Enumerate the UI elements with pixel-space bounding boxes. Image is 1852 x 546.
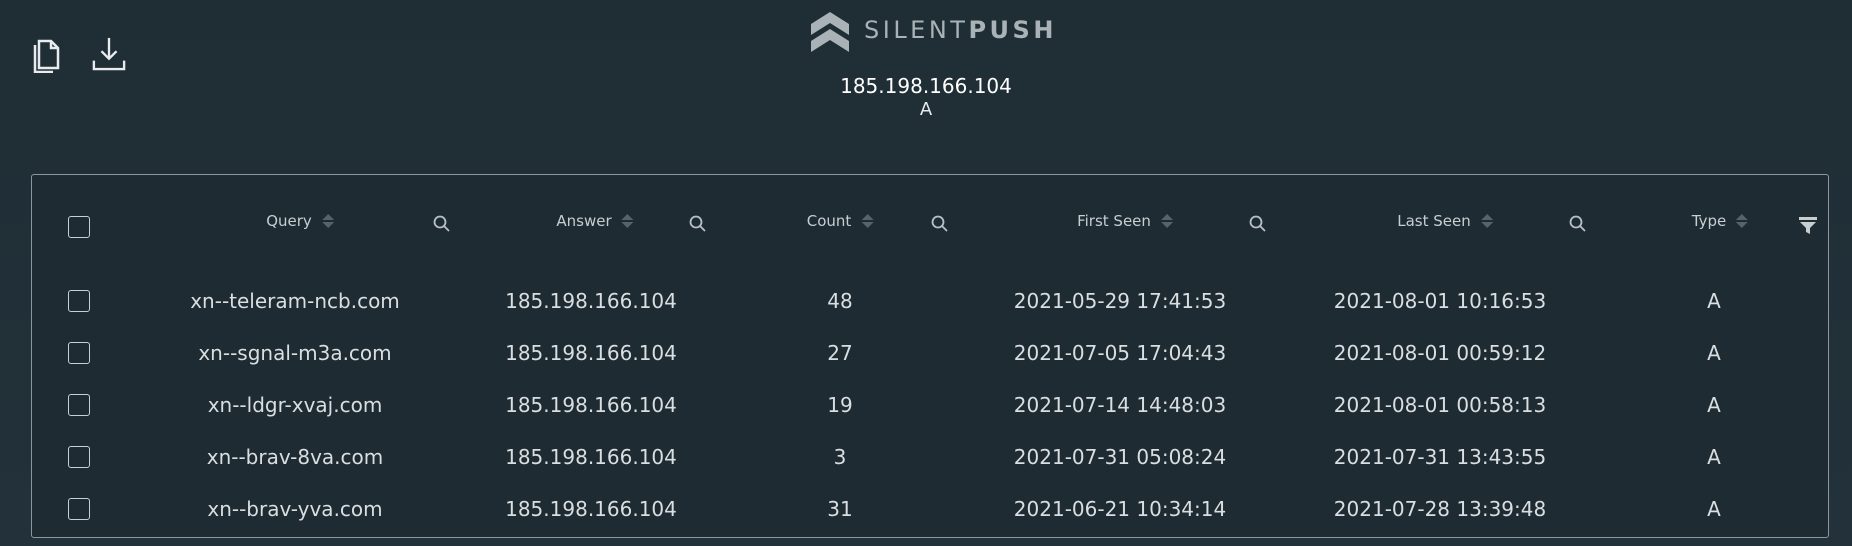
column-label-type: Type <box>1691 212 1727 230</box>
subject-record-type: A <box>919 99 933 120</box>
cell-query: xn--sgnal-m3a.com <box>198 341 392 365</box>
row-checkbox[interactable] <box>68 394 90 416</box>
column-label-first-seen: First Seen <box>1077 212 1151 230</box>
search-icon[interactable] <box>433 215 451 233</box>
table-row: xn--teleram-ncb.com 185.198.166.104 48 2… <box>32 275 1828 327</box>
cell-answer: 185.198.166.104 <box>505 445 677 469</box>
subject-ip: 185.198.166.104 <box>840 74 1012 98</box>
cell-query: xn--brav-8va.com <box>206 445 384 469</box>
table-row: xn--brav-yva.com 185.198.166.104 31 2021… <box>32 483 1828 535</box>
brand-name: SILENTPUSH <box>864 16 1057 44</box>
toolbar <box>30 34 126 74</box>
silentpush-logo: SILENTPUSH <box>810 8 1057 52</box>
search-icon[interactable] <box>1249 215 1267 233</box>
cell-query: xn--brav-yva.com <box>207 497 383 521</box>
row-checkbox[interactable] <box>68 498 90 520</box>
table-row: xn--brav-8va.com 185.198.166.104 3 2021-… <box>32 431 1828 483</box>
table-row: xn--sgnal-m3a.com 185.198.166.104 27 202… <box>32 327 1828 379</box>
column-header-answer[interactable]: Answer <box>556 212 634 230</box>
column-header-count[interactable]: Count <box>807 212 874 230</box>
cell-count: 19 <box>827 393 853 417</box>
column-label-query: Query <box>266 212 312 230</box>
column-header-first-seen[interactable]: First Seen <box>1077 212 1173 230</box>
brand-name-light: SILENT <box>864 16 969 44</box>
cell-last-seen: 2021-08-01 00:58:13 <box>1333 393 1547 417</box>
sort-icon[interactable] <box>621 214 634 228</box>
select-all-checkbox[interactable] <box>68 216 90 238</box>
cell-query: xn--teleram-ncb.com <box>190 289 400 313</box>
column-label-answer: Answer <box>556 212 612 230</box>
row-checkbox[interactable] <box>68 290 90 312</box>
sort-icon[interactable] <box>321 214 334 228</box>
download-button[interactable] <box>92 34 126 74</box>
download-icon <box>92 37 126 71</box>
column-label-count: Count <box>806 212 852 230</box>
search-icon[interactable] <box>1569 215 1587 233</box>
cell-first-seen: 2021-06-21 10:34:14 <box>1013 497 1227 521</box>
cell-last-seen: 2021-07-31 13:43:55 <box>1333 445 1547 469</box>
search-icon[interactable] <box>931 215 949 233</box>
sort-icon[interactable] <box>1480 214 1493 228</box>
cell-first-seen: 2021-07-14 14:48:03 <box>1013 393 1227 417</box>
cell-count: 48 <box>827 289 853 313</box>
cell-count: 27 <box>827 341 853 365</box>
cell-first-seen: 2021-07-05 17:04:43 <box>1013 341 1227 365</box>
cell-count: 3 <box>833 445 847 469</box>
sort-icon[interactable] <box>1736 214 1749 228</box>
cell-last-seen: 2021-08-01 00:59:12 <box>1333 341 1547 365</box>
cell-last-seen: 2021-07-28 13:39:48 <box>1333 497 1547 521</box>
cell-answer: 185.198.166.104 <box>505 341 677 365</box>
cell-type: A <box>1707 341 1721 365</box>
column-header-last-seen[interactable]: Last Seen <box>1397 212 1493 230</box>
cell-query: xn--ldgr-xvaj.com <box>207 393 383 417</box>
copy-icon <box>33 39 60 73</box>
cell-last-seen: 2021-08-01 10:16:53 <box>1333 289 1547 313</box>
cell-answer: 185.198.166.104 <box>505 289 677 313</box>
column-label-last-seen: Last Seen <box>1397 212 1471 230</box>
copy-button[interactable] <box>30 34 64 74</box>
sort-icon[interactable] <box>861 214 874 228</box>
cell-first-seen: 2021-05-29 17:41:53 <box>1013 289 1227 313</box>
filter-icon[interactable] <box>1799 217 1817 234</box>
row-checkbox[interactable] <box>68 342 90 364</box>
search-icon[interactable] <box>689 215 707 233</box>
cell-type: A <box>1707 289 1721 313</box>
brand-name-bold: PUSH <box>968 16 1057 44</box>
cell-answer: 185.198.166.104 <box>505 497 677 521</box>
table-row: xn--ldgr-xvaj.com 185.198.166.104 19 202… <box>32 379 1828 431</box>
column-header-type[interactable]: Type <box>1691 212 1749 230</box>
column-header-query[interactable]: Query <box>266 212 334 230</box>
cell-first-seen: 2021-07-31 05:08:24 <box>1013 445 1227 469</box>
row-checkbox[interactable] <box>68 446 90 468</box>
cell-answer: 185.198.166.104 <box>505 393 677 417</box>
sort-icon[interactable] <box>1160 214 1173 228</box>
cell-type: A <box>1707 393 1721 417</box>
cell-type: A <box>1707 497 1721 521</box>
silentpush-logo-icon <box>811 12 849 52</box>
cell-count: 31 <box>827 497 853 521</box>
results-table: Query Answer Count First Seen Last Seen … <box>31 174 1829 538</box>
cell-type: A <box>1707 445 1721 469</box>
